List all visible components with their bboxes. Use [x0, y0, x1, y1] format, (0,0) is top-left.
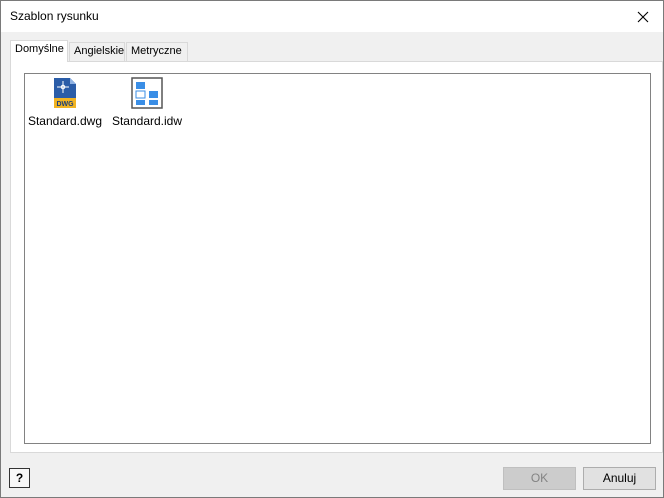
tab-domyslne[interactable]: Domyślne — [10, 40, 68, 62]
help-icon: ? — [15, 471, 24, 485]
help-button[interactable]: ? — [9, 468, 30, 488]
title-bar: Szablon rysunku — [1, 1, 663, 32]
ok-button[interactable]: OK — [503, 467, 576, 490]
close-button[interactable] — [623, 1, 663, 32]
idw-file-icon — [131, 77, 163, 109]
template-file-list[interactable]: DWG Standard.dwg Standard.idw — [24, 73, 651, 444]
file-name: Standard.idw — [111, 114, 183, 128]
close-icon — [637, 11, 649, 22]
file-name: Standard.dwg — [27, 114, 103, 128]
cancel-button[interactable]: Anuluj — [583, 467, 656, 490]
tab-angielskie[interactable]: Angielskie — [69, 42, 125, 61]
dwg-file-icon: DWG — [54, 78, 76, 108]
svg-text:DWG: DWG — [56, 101, 74, 108]
dialog-window: Szablon rysunku Domyślne Angielskie Metr… — [0, 0, 664, 498]
tab-metryczne[interactable]: Metryczne — [126, 42, 188, 61]
tab-panel: DWG Standard.dwg Standard.idw — [10, 61, 663, 453]
window-title: Szablon rysunku — [10, 9, 99, 23]
file-item-standard-dwg[interactable]: DWG Standard.dwg — [25, 77, 105, 128]
file-item-standard-idw[interactable]: Standard.idw — [107, 77, 187, 128]
